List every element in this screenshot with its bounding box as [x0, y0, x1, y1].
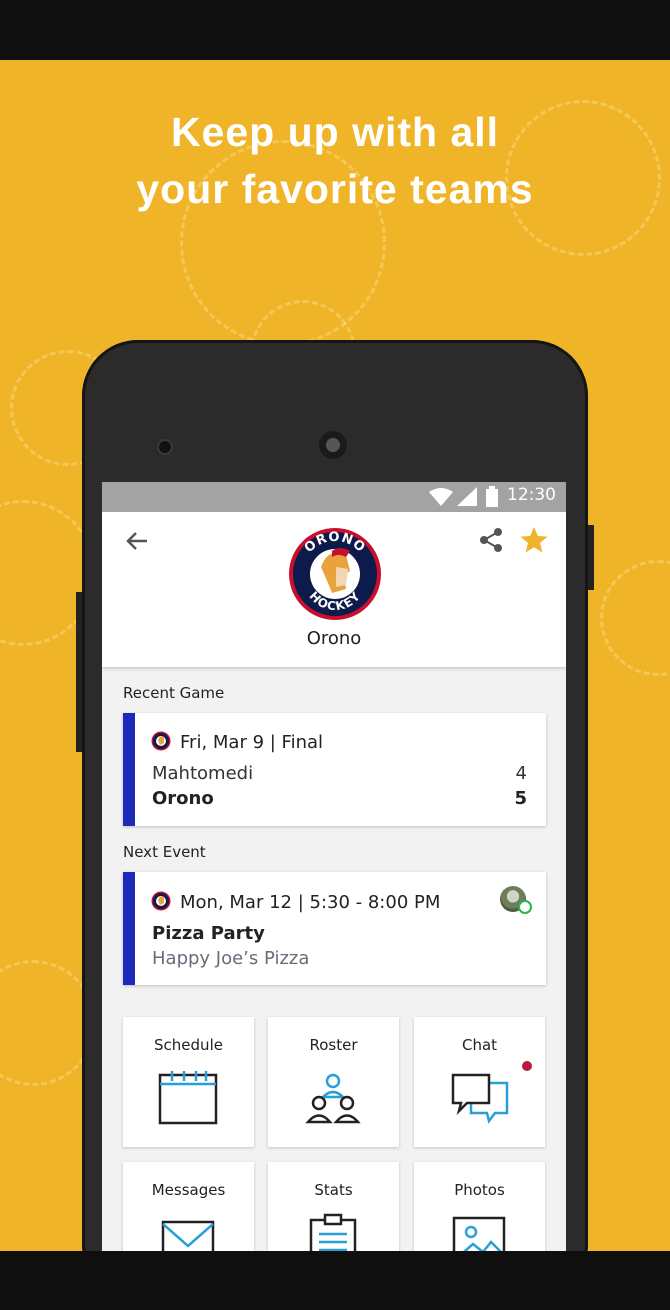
- phone-camera: [159, 441, 171, 453]
- phone-speaker: [319, 431, 347, 459]
- home-team-score: 5: [514, 788, 527, 809]
- share-icon[interactable]: [477, 526, 505, 554]
- calendar-icon: [158, 1071, 218, 1125]
- tile-chat[interactable]: Chat: [414, 1017, 545, 1147]
- status-bar: 12:30: [102, 482, 566, 512]
- star-icon[interactable]: [519, 525, 549, 555]
- tile-schedule[interactable]: Schedule: [123, 1017, 254, 1147]
- wifi-icon: [429, 488, 453, 506]
- event-title: Pizza Party: [152, 923, 265, 944]
- decorative-circle: [600, 560, 670, 676]
- rsvp-check-icon: [518, 900, 532, 914]
- card-accent-bar: [123, 713, 135, 826]
- next-event-card[interactable]: Mon, Mar 12 | 5:30 - 8:00 PM Pizza Party…: [123, 872, 546, 985]
- away-team-name: Mahtomedi: [152, 763, 254, 784]
- people-icon: [305, 1073, 361, 1124]
- status-time: 12:30: [507, 485, 556, 505]
- game-date-status: Fri, Mar 9 | Final: [180, 732, 324, 753]
- chat-icon: [451, 1073, 509, 1124]
- team-name: Orono: [306, 628, 362, 649]
- envelope-icon: [161, 1220, 215, 1251]
- team-logo: ORONO HOCKEY: [288, 527, 382, 621]
- back-icon[interactable]: [122, 526, 152, 556]
- tile-photos-label: Photos: [454, 1181, 505, 1199]
- next-event-label: Next Event: [123, 843, 206, 861]
- team-mini-logo: [151, 891, 171, 911]
- tile-stats[interactable]: Stats: [268, 1162, 399, 1251]
- chat-notification-dot: [522, 1061, 532, 1071]
- headline-line-1: Keep up with all: [170, 109, 500, 155]
- top-letterbox: [0, 0, 670, 60]
- tile-messages-label: Messages: [151, 1181, 226, 1199]
- team-mini-logo: [151, 731, 171, 751]
- clipboard-icon: [309, 1213, 357, 1251]
- signal-icon: [457, 487, 477, 506]
- tile-schedule-label: Schedule: [154, 1036, 223, 1054]
- tile-stats-label: Stats: [314, 1181, 353, 1199]
- promo-headline: Keep up with all your favorite teams: [0, 104, 670, 218]
- card-accent-bar: [123, 872, 135, 985]
- phone-side-button: [588, 525, 594, 590]
- home-team-name: Orono: [152, 788, 214, 809]
- tile-roster[interactable]: Roster: [268, 1017, 399, 1147]
- recent-game-card[interactable]: Fri, Mar 9 | Final Mahtomedi 4 Orono 5: [123, 713, 546, 826]
- tile-messages[interactable]: Messages: [123, 1162, 254, 1251]
- event-datetime: Mon, Mar 12 | 5:30 - 8:00 PM: [180, 892, 441, 913]
- tile-chat-label: Chat: [461, 1036, 498, 1054]
- tile-photos[interactable]: Photos: [414, 1162, 545, 1251]
- event-location: Happy Joe’s Pizza: [152, 948, 310, 969]
- phone-side-button: [76, 592, 82, 752]
- phone-screen: 12:30 ORONO HOCKEY Orono Recent Game Fri…: [102, 482, 566, 1251]
- bottom-letterbox: [0, 1251, 670, 1310]
- headline-line-2: your favorite teams: [136, 166, 534, 212]
- battery-icon: [486, 486, 498, 507]
- photo-icon: [452, 1216, 506, 1251]
- away-team-score: 4: [515, 763, 527, 784]
- recent-game-label: Recent Game: [123, 684, 225, 702]
- team-header: ORONO HOCKEY Orono: [102, 512, 566, 667]
- tile-roster-label: Roster: [309, 1036, 358, 1054]
